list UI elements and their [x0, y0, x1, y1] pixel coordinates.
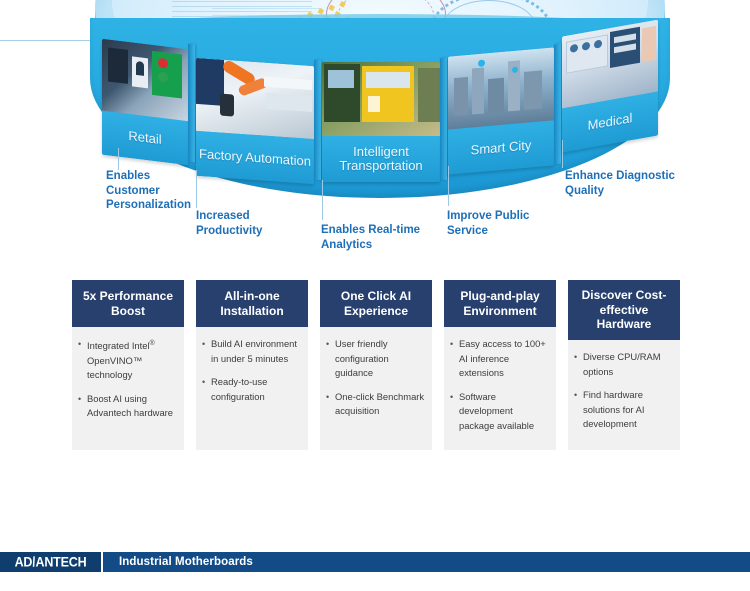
- advantech-logo[interactable]: AD\ANTECH: [0, 552, 101, 572]
- bullet-text: Easy access to 100+ AI inference extensi…: [459, 338, 546, 378]
- feature-card-5[interactable]: Discover Cost-effective Hardware • Diverse…: [568, 280, 680, 450]
- footer-title: Industrial Motherboards: [119, 556, 253, 568]
- bullet-text: Ready-to-use configuration: [211, 376, 268, 402]
- segment-transport-caption: Intelligent Transportation: [322, 136, 440, 182]
- bullet-dot-icon: •: [450, 391, 454, 402]
- segment-factory-caption: Factory Automation: [196, 131, 314, 185]
- bullet-text: Diverse CPU/RAM options: [583, 351, 661, 377]
- bullet-dot-icon: •: [450, 339, 454, 349]
- feature-card-1-title: 5x Performance Boost: [72, 280, 184, 327]
- segment-separator-2: [314, 59, 321, 181]
- segment-retail[interactable]: Retail: [102, 38, 188, 166]
- bullet-text: User friendly configuration guidance: [335, 338, 389, 378]
- segment-separator-1: [188, 43, 195, 163]
- leader-line-medical: [562, 140, 563, 168]
- bullet-text: Boost AI using Advantech hardware: [87, 392, 173, 419]
- feature-card-3-title: One Click AI Experience: [320, 280, 432, 327]
- leader-line-smartcity: [448, 166, 449, 206]
- feature-card-5-body: • Diverse CPU/RAM options • Find hardware s…: [568, 340, 680, 449]
- slide-root: ◆ ◆ ◆ ◆ ◆ ◆ ◆ ◆ ◆ ◆ ◆ ◆ ◆ ◆ ◆ ◆ ◆ Retail: [0, 0, 750, 591]
- bullet-text: Find hardware solutions for AI developme…: [583, 389, 645, 429]
- segment-factory[interactable]: Factory Automation: [196, 57, 314, 185]
- bullet-dot-icon: •: [326, 339, 330, 349]
- blurb-transport: Enables Real-time Analytics: [321, 224, 421, 251]
- bullet-text: One-click Benchmark acquisition: [335, 390, 425, 417]
- segment-smartcity[interactable]: Smart City: [448, 47, 554, 175]
- segment-retail-photo: [102, 38, 188, 122]
- blurb-smartcity: Improve Public Service: [447, 210, 530, 237]
- feature-bullet: • Build AI environment in under 5 minutes: [202, 337, 301, 366]
- segment-medical[interactable]: Medical: [562, 19, 658, 153]
- feature-bullet: • Boost AI using Advantech hardware: [78, 392, 177, 421]
- blurb-medical: Enhance Diagnostic Quality: [565, 170, 675, 197]
- feature-bullet: • Find hardware solutions for AI developm…: [574, 388, 673, 432]
- bullet-text: Software development package available: [459, 390, 535, 431]
- bullet-dot-icon: •: [574, 352, 578, 362]
- bullet-dot-icon: •: [326, 391, 330, 402]
- footer-bar: AD\ANTECH Industrial Motherboards: [0, 552, 750, 572]
- feature-bullet: • Software development package available: [450, 390, 549, 434]
- segment-factory-photo: [196, 57, 314, 140]
- hero-carousel: ◆ ◆ ◆ ◆ ◆ ◆ ◆ ◆ ◆ ◆ ◆ ◆ ◆ ◆ ◆ ◆ ◆ Retail: [0, 0, 750, 262]
- feature-card-3-body: • User friendly configuration guidance • On…: [320, 327, 432, 436]
- feature-card-4-body: • Easy access to 100+ AI inference extens…: [444, 327, 556, 450]
- feature-card-1-body: • Integrated Intel® OpenVINO™ technology •…: [72, 327, 184, 438]
- feature-card-4-title: Plug-and-play Environment: [444, 280, 556, 327]
- bullet-dot-icon: •: [202, 377, 206, 387]
- segment-transport-photo: [322, 62, 440, 137]
- feature-card-4[interactable]: Plug-and-play Environment • Easy access to…: [444, 280, 556, 450]
- segment-separator-3: [440, 57, 447, 181]
- bullet-text: Integrated Intel® OpenVINO™ technology: [87, 340, 155, 381]
- blurb-factory: Increased Productivity: [196, 210, 263, 237]
- segment-separator-4: [554, 43, 561, 165]
- segment-transport[interactable]: Intelligent Transportation: [322, 62, 440, 182]
- segment-smartcity-caption: Smart City: [448, 120, 554, 175]
- bullet-dot-icon: •: [202, 339, 206, 349]
- bullet-text: Build AI environment in under 5 minutes: [211, 338, 297, 364]
- feature-card-row: 5x Performance Boost • Integrated Intel® O…: [72, 280, 680, 452]
- feature-bullet: • Integrated Intel® OpenVINO™ technology: [78, 337, 177, 383]
- registered-mark-icon: ®: [149, 340, 155, 347]
- advantech-logo-text: AD\ANTECH: [14, 554, 87, 570]
- feature-bullet: • Easy access to 100+ AI inference extens…: [450, 337, 549, 381]
- feature-bullet: • Diverse CPU/RAM options: [574, 350, 673, 379]
- feature-bullet: • Ready-to-use configuration: [202, 375, 301, 404]
- feature-card-1[interactable]: 5x Performance Boost • Integrated Intel® O…: [72, 280, 184, 450]
- bullet-dot-icon: •: [574, 390, 578, 400]
- bullet-dot-icon: •: [78, 393, 82, 404]
- blurb-retail: Enables Customer Personalization: [106, 170, 191, 211]
- feature-card-2[interactable]: All-in-one Installation • Build AI environ…: [196, 280, 308, 450]
- feature-card-2-title: All-in-one Installation: [196, 280, 308, 327]
- feature-bullet: • User friendly configuration guidance: [326, 337, 425, 381]
- leader-line-retail: [118, 148, 119, 170]
- segment-smartcity-photo: [448, 47, 554, 130]
- feature-bullet: • One-click Benchmark acquisition: [326, 390, 425, 419]
- leader-line-factory: [196, 170, 197, 208]
- feature-card-5-title: Discover Cost-effective Hardware: [568, 280, 680, 340]
- feature-card-3[interactable]: One Click AI Experience • User friendly co…: [320, 280, 432, 450]
- segment-retail-caption: Retail: [102, 110, 188, 166]
- bullet-dot-icon: •: [78, 339, 82, 349]
- feature-card-2-body: • Build AI environment in under 5 minutes…: [196, 327, 308, 421]
- leader-line-transport: [322, 180, 323, 220]
